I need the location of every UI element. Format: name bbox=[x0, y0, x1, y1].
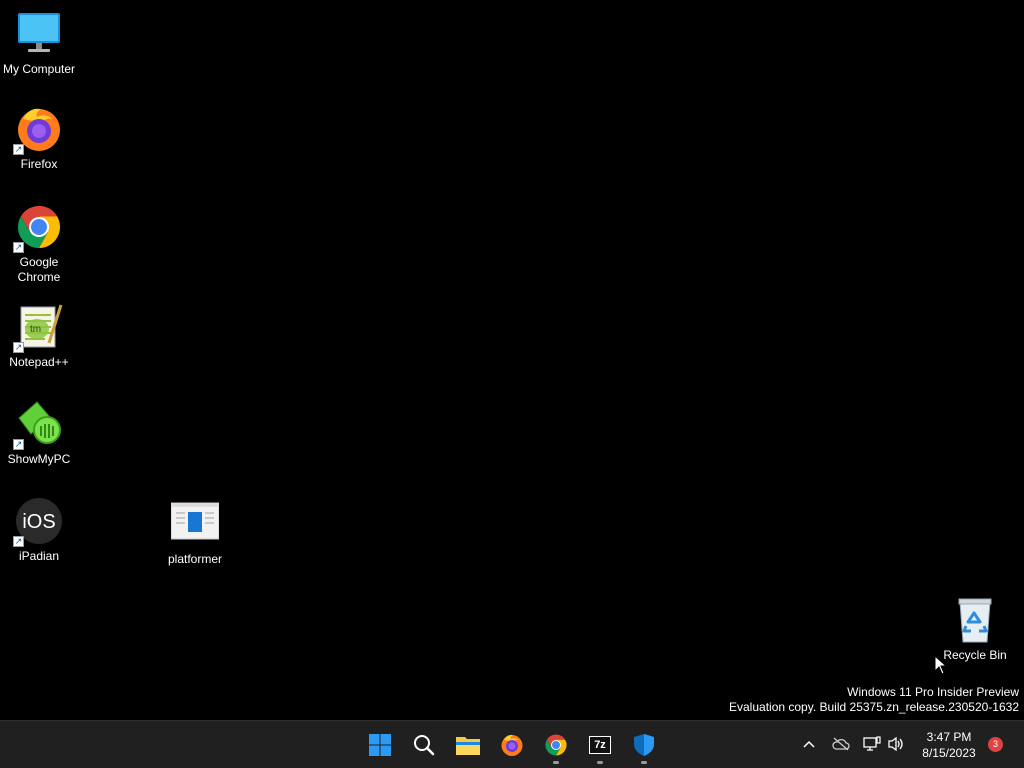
start-icon bbox=[369, 734, 391, 756]
notepadpp-icon: tm ↗ bbox=[13, 303, 63, 353]
desktop-icon-label: iPadian bbox=[18, 549, 60, 563]
ipadian-icon: iOS ↗ bbox=[13, 497, 63, 547]
network-icon bbox=[863, 736, 881, 751]
notification-badge[interactable]: 3 bbox=[988, 737, 1003, 752]
clock-time: 3:47 PM bbox=[926, 730, 972, 744]
volume-tray-button[interactable] bbox=[885, 733, 907, 755]
desktop-icon-google-chrome[interactable]: ↗ Google Chrome bbox=[0, 203, 78, 285]
shortcut-arrow-icon: ↗ bbox=[13, 144, 24, 155]
7zip-icon-text: 7z bbox=[590, 737, 610, 753]
desktop-icon-label: Notepad++ bbox=[9, 355, 69, 369]
recycle-bin-icon bbox=[951, 596, 999, 644]
taskbar-7zip-button[interactable]: 7z bbox=[580, 725, 620, 765]
desktop-icon-label: My Computer bbox=[2, 62, 76, 76]
html-file-icon bbox=[170, 500, 220, 548]
desktop: My Computer ↗ Firefox ↗ Google Chrome tm… bbox=[0, 0, 1024, 720]
mouse-cursor-icon bbox=[934, 654, 948, 680]
onedrive-offline-icon bbox=[832, 737, 850, 751]
chrome-icon: ↗ bbox=[13, 203, 63, 253]
show-hidden-icons-button[interactable] bbox=[798, 733, 820, 755]
onedrive-tray-button[interactable] bbox=[830, 733, 852, 755]
shortcut-arrow-icon: ↗ bbox=[13, 342, 24, 353]
file-explorer-button[interactable] bbox=[448, 725, 488, 765]
clock-button[interactable]: 3:47 PM 8/15/2023 bbox=[915, 729, 983, 761]
search-icon bbox=[414, 735, 435, 756]
watermark-line-2: Evaluation copy. Build 25375.zn_release.… bbox=[729, 700, 1019, 714]
7zip-icon: 7z bbox=[589, 736, 611, 754]
volume-icon bbox=[888, 736, 903, 752]
monitor-icon bbox=[15, 10, 63, 58]
shortcut-arrow-icon: ↗ bbox=[13, 536, 24, 547]
search-button[interactable] bbox=[404, 725, 444, 765]
chrome-icon bbox=[545, 734, 567, 756]
desktop-icon-platformer[interactable]: platformer bbox=[156, 500, 234, 567]
desktop-icon-label: Firefox bbox=[20, 157, 58, 171]
running-indicator bbox=[597, 761, 603, 764]
running-indicator bbox=[641, 761, 647, 764]
desktop-icon-label: Google Chrome bbox=[17, 255, 61, 284]
notepadpp-icon-text: tm bbox=[30, 324, 41, 335]
desktop-icon-ipadian[interactable]: iOS ↗ iPadian bbox=[0, 497, 78, 564]
firefox-icon bbox=[501, 734, 523, 756]
desktop-icon-firefox[interactable]: ↗ Firefox bbox=[0, 105, 78, 172]
taskbar: 7z 3:47 PM 8/15/2023 3 bbox=[0, 720, 1024, 768]
ipadian-icon-text: iOS bbox=[22, 511, 55, 533]
desktop-icon-showmypc[interactable]: ↗ ShowMyPC bbox=[0, 400, 78, 467]
start-button[interactable] bbox=[360, 725, 400, 765]
chevron-up-icon bbox=[803, 740, 815, 748]
network-tray-button[interactable] bbox=[861, 733, 883, 755]
desktop-icon-label: platformer bbox=[167, 552, 223, 566]
desktop-icon-recycle-bin[interactable]: Recycle Bin bbox=[936, 596, 1014, 663]
running-indicator bbox=[553, 761, 559, 764]
showmypc-icon: ↗ bbox=[13, 400, 63, 450]
windows-watermark: Windows 11 Pro Insider Preview Evaluatio… bbox=[729, 685, 1019, 715]
defender-icon bbox=[634, 734, 654, 756]
taskbar-firefox-button[interactable] bbox=[492, 725, 532, 765]
desktop-icon-my-computer[interactable]: My Computer bbox=[0, 10, 78, 77]
shortcut-arrow-icon: ↗ bbox=[13, 439, 24, 450]
desktop-icon-notepadpp[interactable]: tm ↗ Notepad++ bbox=[0, 303, 78, 370]
watermark-line-1: Windows 11 Pro Insider Preview bbox=[847, 685, 1019, 699]
desktop-icon-label: ShowMyPC bbox=[7, 452, 71, 466]
shortcut-arrow-icon: ↗ bbox=[13, 242, 24, 253]
taskbar-defender-button[interactable] bbox=[624, 725, 664, 765]
taskbar-chrome-button[interactable] bbox=[536, 725, 576, 765]
firefox-icon: ↗ bbox=[13, 105, 63, 155]
file-explorer-icon bbox=[456, 737, 480, 755]
clock-date: 8/15/2023 bbox=[922, 746, 976, 760]
